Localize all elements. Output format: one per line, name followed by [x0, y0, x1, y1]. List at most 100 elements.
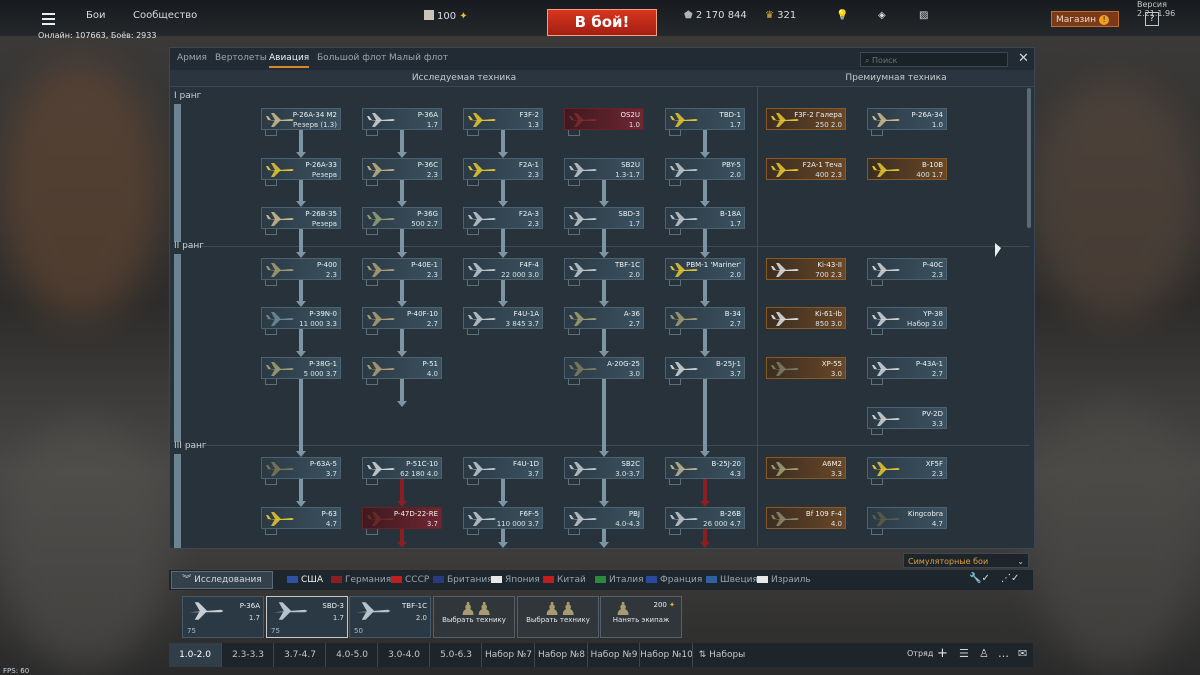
battles-menu[interactable]: Бои: [86, 10, 105, 21]
vehicle-card[interactable]: PBY-5 2.0: [665, 158, 745, 180]
search-input[interactable]: ⌕ Поиск: [860, 52, 1008, 67]
br-tab[interactable]: 4.0-5.0: [325, 643, 378, 667]
tab-helicopters[interactable]: Вертолеты: [215, 53, 267, 63]
empty-crew-slot[interactable]: ♟♟ Выбрать технику: [433, 596, 515, 638]
crew-slot[interactable]: SBD-3 1.7 75: [266, 596, 348, 638]
research-toggle-button[interactable]: ︾ Исследования: [171, 571, 273, 589]
ammo-check-icon[interactable]: ⋰✓: [1001, 573, 1019, 584]
vehicle-card[interactable]: F3F-2 Галера 250 2.0: [766, 108, 846, 130]
br-tab[interactable]: 2.3-3.3: [221, 643, 274, 667]
list-icon[interactable]: ☰: [959, 647, 969, 660]
vehicle-card[interactable]: B-34 2.7: [665, 307, 745, 329]
vehicle-card[interactable]: B-10B 400 1.7: [867, 158, 947, 180]
br-tab[interactable]: 3.0-4.0: [377, 643, 430, 667]
vehicle-card[interactable]: P-36A 1.7: [362, 108, 442, 130]
vehicle-card[interactable]: F2A-3 2.3: [463, 207, 543, 229]
vehicle-card[interactable]: XF5F 2.3: [867, 457, 947, 479]
crew-slot[interactable]: P-36A 1.7 75: [182, 596, 264, 638]
nation-tab[interactable]: Израиль: [757, 575, 811, 585]
vehicle-card[interactable]: Ki-61-Ib 850 3.0: [766, 307, 846, 329]
vehicle-card[interactable]: P-26B-35 Резерв: [261, 207, 341, 229]
vehicle-card[interactable]: P-47D-22-RE 3.7: [362, 507, 442, 529]
vehicle-card[interactable]: P-63A-5 3.7: [261, 457, 341, 479]
vehicle-card[interactable]: SBD-3 1.7: [564, 207, 644, 229]
close-icon[interactable]: ✕: [1018, 51, 1029, 66]
nation-tab[interactable]: Япония: [491, 575, 540, 585]
to-battle-button[interactable]: В бой!: [547, 9, 657, 36]
tab-bluewater-fleet[interactable]: Большой флот: [317, 53, 386, 63]
silver-lions[interactable]: ⬟ 2 170 844: [684, 10, 747, 21]
nation-tab[interactable]: Франция: [646, 575, 702, 585]
game-mode-select[interactable]: Симуляторные бои ⌄: [903, 553, 1029, 568]
vehicle-card[interactable]: P-43A-1 2.7: [867, 357, 947, 379]
nation-tab[interactable]: СССР: [391, 575, 429, 585]
add-squad-icon[interactable]: +: [937, 646, 948, 661]
vehicle-card[interactable]: PBM-1 'Mariner' 2.0: [665, 258, 745, 280]
nation-tab[interactable]: Германия: [331, 575, 391, 585]
vehicle-card[interactable]: A-20G-25 3.0: [564, 357, 644, 379]
vehicle-card[interactable]: P-63 4.7: [261, 507, 341, 529]
br-tab[interactable]: ⇅ Наборы: [692, 643, 751, 667]
dice-icon[interactable]: ◈: [878, 10, 886, 21]
vehicle-card[interactable]: PV-2D 3.3: [867, 407, 947, 429]
menu-icon[interactable]: [42, 13, 55, 28]
tab-army[interactable]: Армия: [177, 53, 207, 63]
vehicle-card[interactable]: P-51C-10 62 180 4.0: [362, 457, 442, 479]
vehicle-card[interactable]: P-40E-1 2.3: [362, 258, 442, 280]
hire-crew-slot[interactable]: ♟ 200 ✦ Нанять экипаж: [600, 596, 682, 638]
br-tab[interactable]: Набор №8: [534, 643, 588, 667]
vehicle-card[interactable]: P-51 4.0: [362, 357, 442, 379]
vehicle-card[interactable]: F2A-1 Теча 400 2.3: [766, 158, 846, 180]
vehicle-card[interactable]: P-40F-10 2.7: [362, 307, 442, 329]
vehicle-card[interactable]: Bf 109 F-4 4.0: [766, 507, 846, 529]
br-tab[interactable]: 1.0-2.0: [169, 643, 221, 667]
br-tab[interactable]: 5.0-6.3: [429, 643, 482, 667]
br-tab[interactable]: Набор №10: [639, 643, 693, 667]
vehicle-card[interactable]: P-36G 500 2.7: [362, 207, 442, 229]
vehicle-card[interactable]: A-36 2.7: [564, 307, 644, 329]
vehicle-card[interactable]: YP-38 Набор 3.0: [867, 307, 947, 329]
wrench-icon[interactable]: 🔧✓: [969, 573, 990, 584]
vehicle-card[interactable]: F4U-1D 3.7: [463, 457, 543, 479]
vehicle-card[interactable]: F4F-4 22 000 3.0: [463, 258, 543, 280]
br-tab[interactable]: 3.7-4.7: [273, 643, 326, 667]
golden-eagles[interactable]: 100 ✦: [424, 10, 468, 22]
tab-aviation[interactable]: Авиация: [269, 53, 310, 68]
vehicle-card[interactable]: TBD-1 1.7: [665, 108, 745, 130]
friends-icon[interactable]: ♙: [979, 647, 989, 660]
vehicle-card[interactable]: OS2U 1.0: [564, 108, 644, 130]
hint-lightbulb-icon[interactable]: 💡: [836, 10, 848, 21]
vehicle-card[interactable]: P-26A-33 Резерв: [261, 158, 341, 180]
vehicle-card[interactable]: XP-55 3.0: [766, 357, 846, 379]
community-menu[interactable]: Сообщество: [133, 10, 197, 21]
empty-crew-slot[interactable]: ♟♟ Выбрать технику: [517, 596, 599, 638]
shop-button[interactable]: Магазин!: [1051, 11, 1119, 27]
vehicle-card[interactable]: F6F-5 110 000 3.7: [463, 507, 543, 529]
vehicle-card[interactable]: SB2C 3.0-3.7: [564, 457, 644, 479]
vehicle-card[interactable]: F3F-2 1.3: [463, 108, 543, 130]
vehicle-card[interactable]: P-26A-34 1.0: [867, 108, 947, 130]
vehicle-card[interactable]: P-39N-0 11 000 3.3: [261, 307, 341, 329]
vehicle-card[interactable]: F2A-1 2.3: [463, 158, 543, 180]
tab-coastal-fleet[interactable]: Малый флот: [389, 53, 448, 63]
nation-tab[interactable]: Британия: [433, 575, 493, 585]
mail-icon[interactable]: ✉: [1018, 647, 1027, 660]
br-tab[interactable]: Набор №7: [481, 643, 535, 667]
vehicle-card[interactable]: P-400 2.3: [261, 258, 341, 280]
vehicle-card[interactable]: P-26A-34 M2 Резерв (1.3): [261, 108, 341, 130]
vehicle-card[interactable]: F4U-1A 3 845 3.7: [463, 307, 543, 329]
vehicle-card[interactable]: B-26B 26 000 4.7: [665, 507, 745, 529]
vehicle-card[interactable]: P-40C 2.3: [867, 258, 947, 280]
chat-icon[interactable]: …: [998, 647, 1009, 660]
crew-slot[interactable]: TBF-1C 2.0 50: [349, 596, 431, 638]
vehicle-card[interactable]: Kingcobra 4.7: [867, 507, 947, 529]
vehicle-card[interactable]: TBF-1C 2.0: [564, 258, 644, 280]
nation-tab[interactable]: Италия: [595, 575, 644, 585]
vehicle-card[interactable]: A6M2 3.3: [766, 457, 846, 479]
nation-tab[interactable]: Китай: [543, 575, 586, 585]
vehicle-card[interactable]: B-25J-20 4.3: [665, 457, 745, 479]
vehicle-card[interactable]: SB2U 1.3-1.7: [564, 158, 644, 180]
vehicle-card[interactable]: PBJ 4.0-4.3: [564, 507, 644, 529]
research-points[interactable]: ♛ 321: [765, 10, 796, 21]
tree-scrollbar[interactable]: [1027, 88, 1031, 228]
